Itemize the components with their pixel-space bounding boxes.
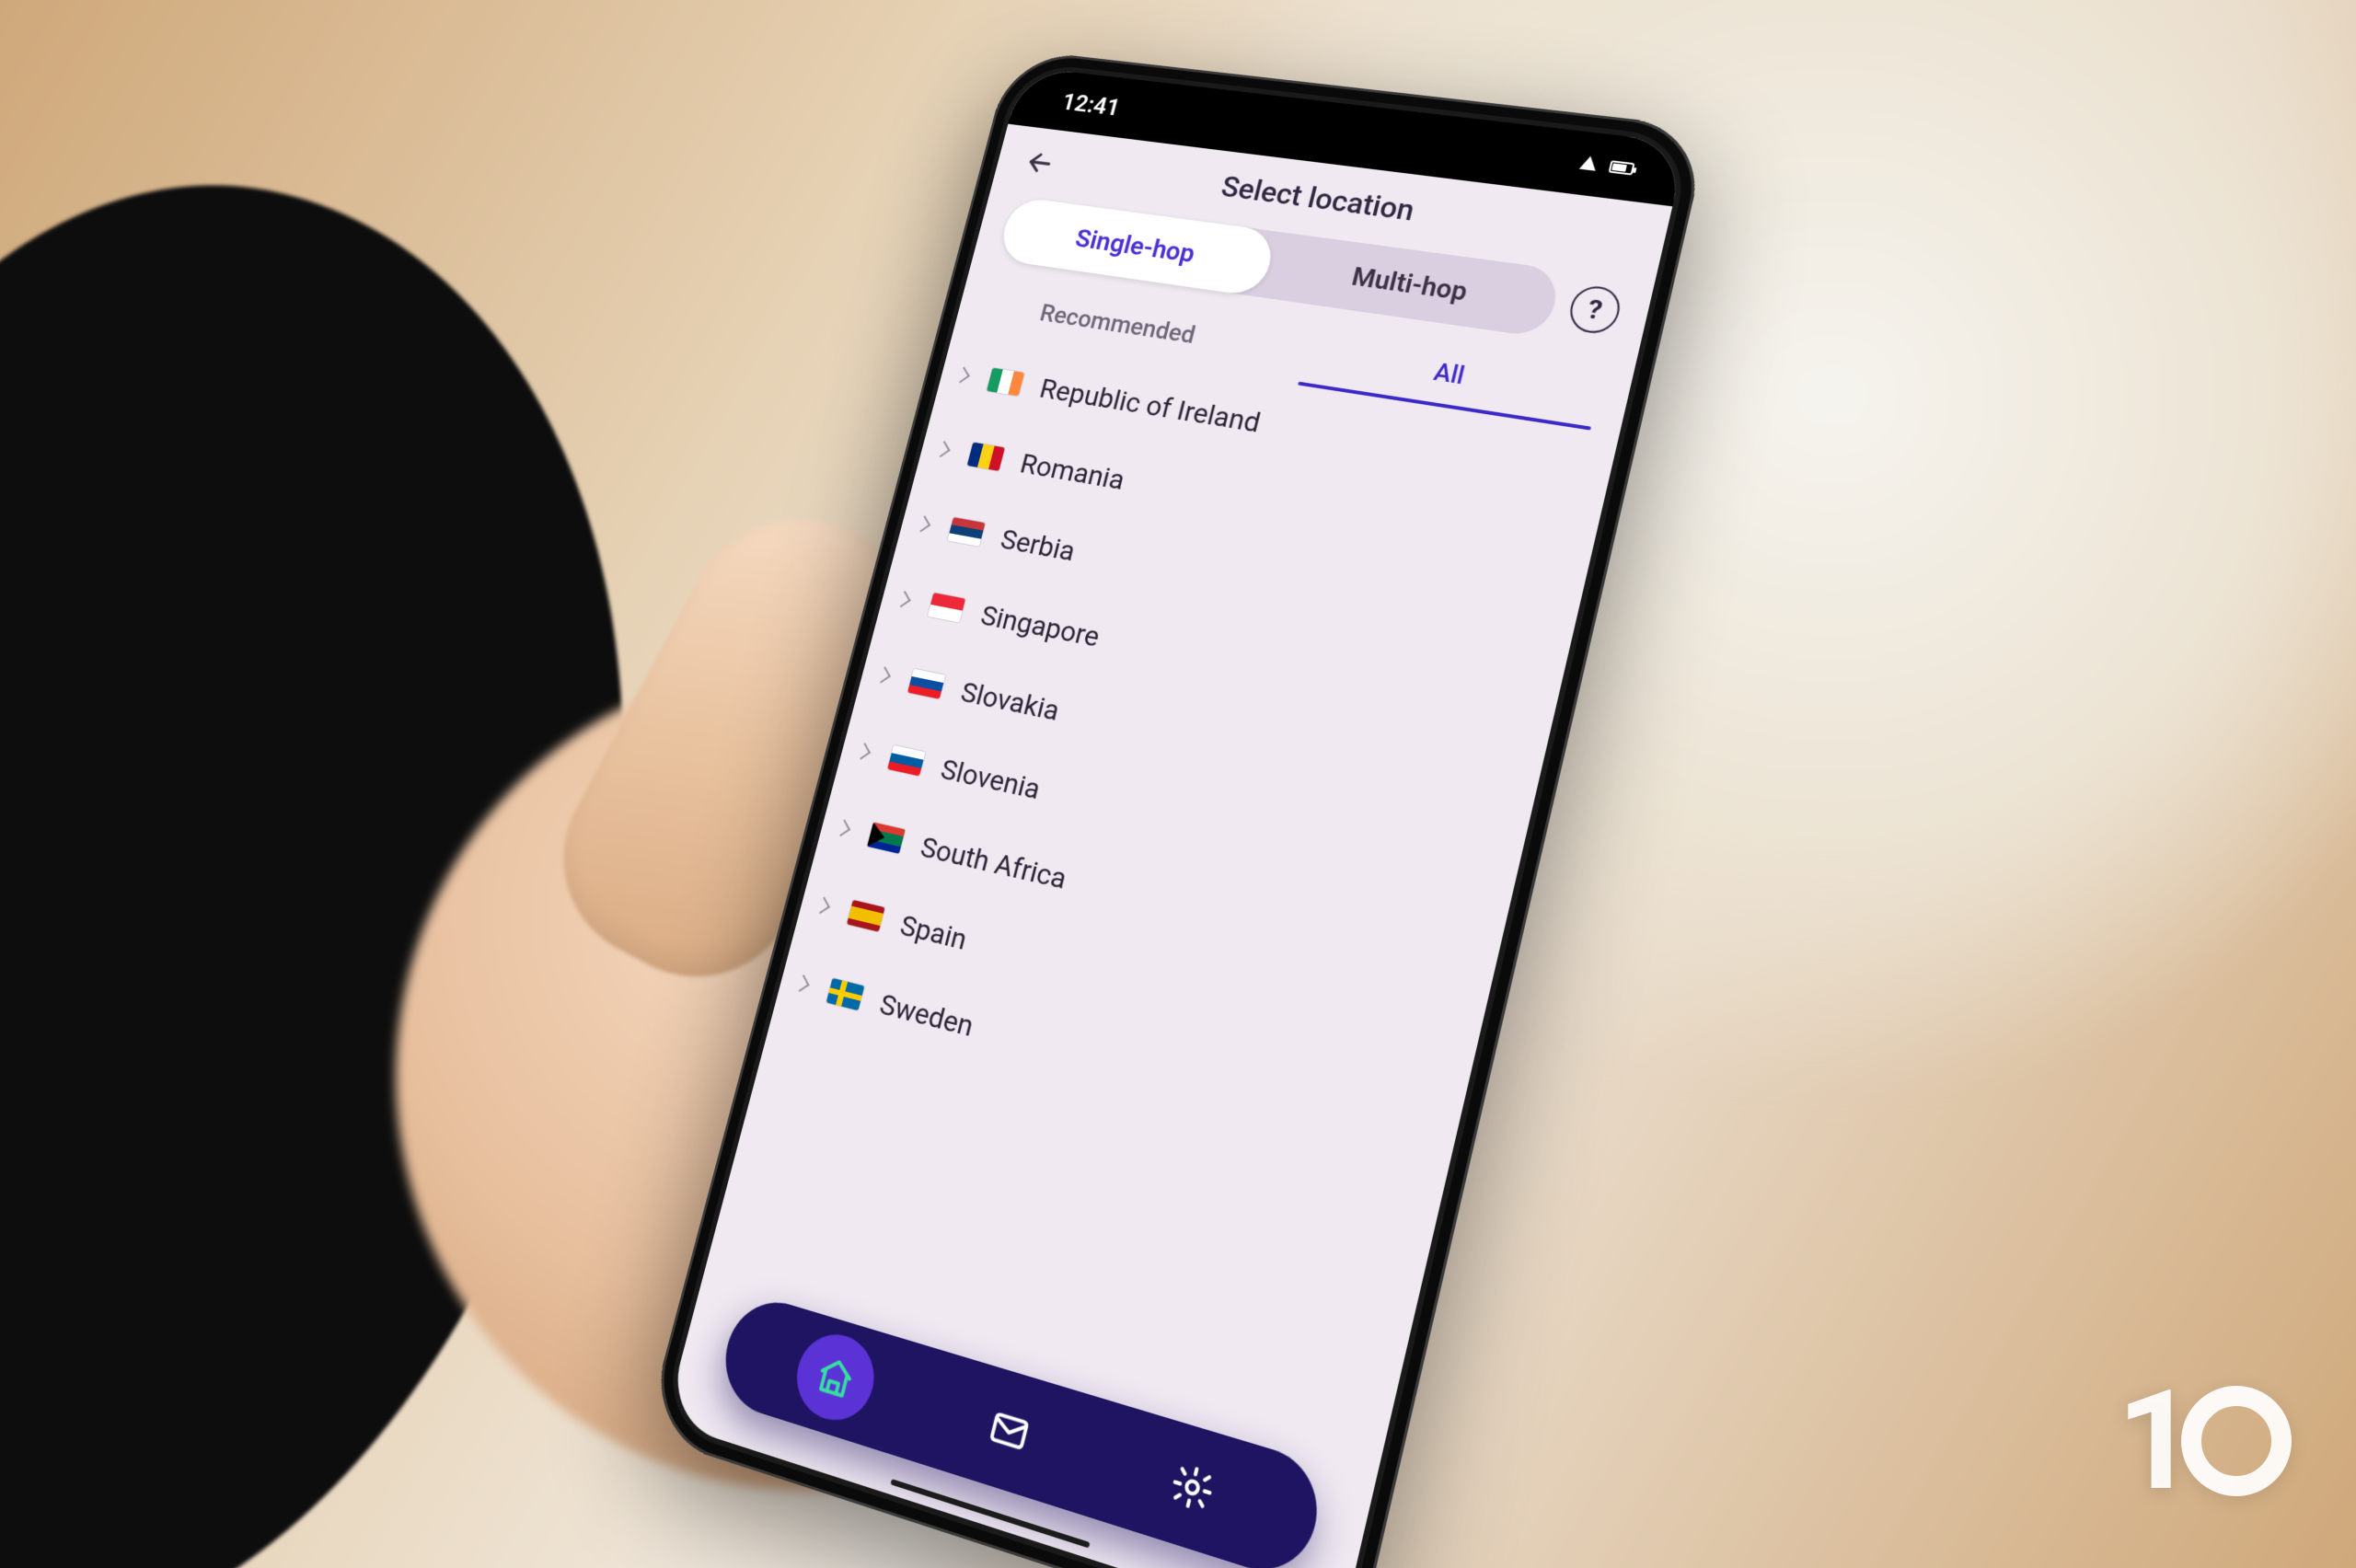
signal-icon (1579, 156, 1599, 171)
chevron-right-icon (794, 974, 810, 992)
flag-serbia-icon (947, 517, 985, 547)
country-name: Slovakia (957, 674, 1063, 727)
tab-label: Recommended (1037, 299, 1198, 350)
segment-label: Multi-hop (1349, 261, 1471, 307)
country-name: South Africa (918, 830, 1070, 896)
nav-settings-button[interactable] (1141, 1432, 1243, 1544)
country-name: Romania (1017, 446, 1128, 496)
chevron-right-icon (895, 591, 911, 607)
country-name: Serbia (998, 523, 1079, 569)
flag-sweden-icon (826, 978, 865, 1010)
flag-slovenia-icon (887, 745, 925, 777)
help-icon: ? (1585, 294, 1606, 327)
flag-romania-icon (967, 443, 1005, 471)
status-time: 12:41 (1059, 87, 1123, 121)
home-icon (813, 1352, 859, 1403)
segment-label: Single-hop (1072, 224, 1198, 269)
flag-singapore-icon (928, 593, 965, 622)
chevron-right-icon (855, 743, 871, 759)
flag-spain-icon (847, 900, 885, 932)
chevron-right-icon (814, 897, 830, 915)
country-name: Sweden (876, 986, 977, 1043)
watermark-digit: 1 (2117, 1360, 2187, 1522)
help-button[interactable]: ? (1565, 283, 1624, 336)
nav-mail-button[interactable] (960, 1377, 1058, 1485)
country-name: Republic of Ireland (1036, 372, 1264, 439)
nav-home-button[interactable] (788, 1325, 883, 1430)
flag-south-africa-icon (867, 823, 906, 854)
back-arrow-icon (1023, 147, 1057, 179)
battery-icon (1609, 160, 1635, 175)
chevron-right-icon (935, 441, 951, 457)
country-name: Singapore (977, 598, 1103, 653)
chevron-right-icon (875, 666, 891, 683)
country-name: Spain (896, 908, 970, 957)
chevron-right-icon (954, 367, 970, 384)
flag-ireland-icon (987, 368, 1024, 397)
chevron-right-icon (915, 515, 930, 532)
chevron-right-icon (835, 820, 850, 836)
country-name: Slovenia (938, 752, 1045, 806)
mail-icon (984, 1403, 1034, 1458)
tab-label: All (1431, 357, 1467, 390)
watermark-logo: 1 (2117, 1360, 2292, 1522)
gear-icon (1166, 1458, 1218, 1516)
flag-slovakia-icon (907, 669, 945, 699)
phone-screen: 12:41 Select location (664, 66, 1687, 1568)
watermark-circle-icon (2181, 1386, 2292, 1496)
